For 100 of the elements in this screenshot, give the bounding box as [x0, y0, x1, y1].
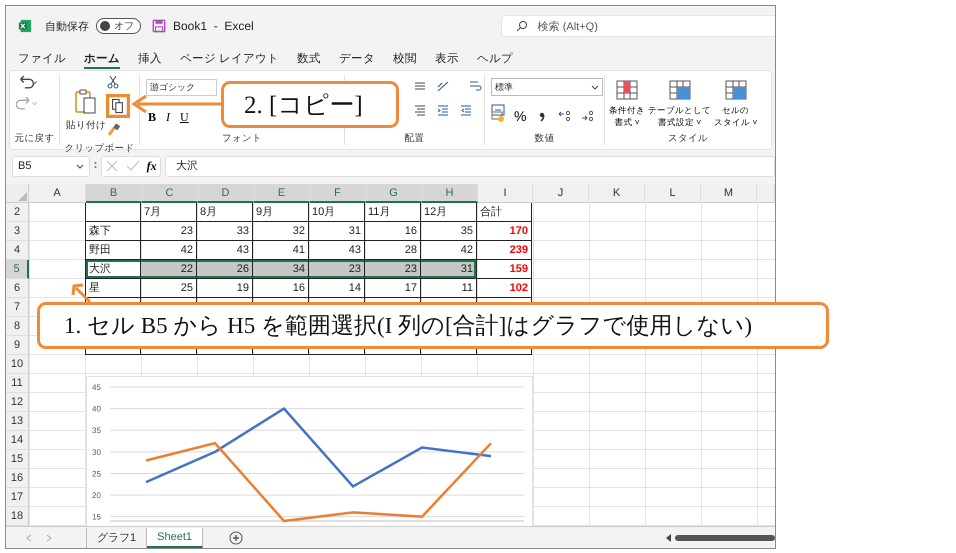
indent-icon[interactable] — [459, 103, 473, 117]
check-icon[interactable] — [126, 159, 140, 173]
row-header[interactable]: 8 — [6, 317, 29, 336]
paste-label[interactable]: 貼り付け — [66, 119, 106, 132]
group-label: スタイル — [667, 132, 709, 145]
scissors-icon[interactable] — [106, 75, 120, 89]
excel-logo-icon — [18, 19, 32, 33]
table-cell: 33 — [197, 222, 253, 241]
name-box[interactable]: B5 — [12, 156, 90, 176]
decimal-increase-icon[interactable] — [558, 109, 572, 123]
column-header[interactable]: I — [478, 184, 533, 203]
style-button[interactable]: 条件付き 書式 ˅ — [609, 77, 645, 130]
table-cell: 19 — [197, 279, 253, 298]
row-header[interactable]: 7 — [6, 298, 29, 317]
table-cell: 34 — [253, 260, 309, 279]
font-style-button[interactable]: I — [164, 110, 172, 125]
table-cell: 大沢 — [85, 260, 141, 279]
table-cell: 11 — [421, 279, 477, 298]
formula-field[interactable]: 大沢 — [165, 156, 775, 176]
row-header[interactable]: 12 — [6, 393, 29, 412]
style-button[interactable]: テーブルとして 書式設定 ˅ — [648, 77, 711, 130]
currency-icon[interactable] — [491, 109, 505, 123]
column-header[interactable]: H — [422, 184, 478, 203]
ribbon-tab[interactable]: 表示 — [427, 48, 468, 68]
ribbon-tab[interactable]: データ — [331, 48, 384, 68]
align-icon[interactable] — [413, 103, 427, 117]
indent-icon[interactable] — [436, 103, 450, 117]
row-header[interactable]: 9 — [6, 336, 29, 355]
row-header[interactable]: 15 — [6, 450, 29, 469]
merge-cells-icon[interactable] — [491, 103, 505, 117]
table-cell: 35 — [421, 222, 477, 241]
column-header[interactable]: K — [589, 184, 645, 203]
copy-icon[interactable] — [106, 94, 130, 118]
table-cell: 23 — [309, 260, 365, 279]
table-cell: 32 — [253, 222, 309, 241]
table-cell: 合計 — [477, 203, 532, 222]
table-cell: 森下 — [85, 222, 141, 241]
style-button[interactable]: セルの スタイル ˅ — [714, 77, 758, 130]
table-cell: 31 — [309, 222, 365, 241]
row-header[interactable]: 3 — [6, 222, 29, 241]
brush-icon[interactable] — [106, 123, 120, 137]
row-header[interactable]: 10 — [6, 355, 29, 374]
save-icon[interactable] — [152, 19, 166, 33]
column-header[interactable]: J — [533, 184, 589, 203]
row-header[interactable]: 4 — [6, 241, 29, 260]
insert-function-button[interactable]: fx — [146, 158, 157, 174]
table-cell: 野田 — [85, 241, 141, 260]
ribbon-tab[interactable]: 挿入 — [130, 48, 170, 68]
row-header[interactable]: 17 — [6, 488, 29, 507]
row-header[interactable]: 5 — [6, 260, 29, 279]
row-header[interactable]: 18 — [6, 507, 29, 526]
ribbon-tab[interactable]: ホーム — [76, 48, 128, 68]
column-header[interactable]: M — [701, 184, 757, 203]
number-format-field[interactable]: 標準 — [491, 78, 603, 96]
text-angle-icon[interactable] — [436, 79, 450, 93]
add-sheet-icon[interactable] — [229, 530, 243, 544]
row-header[interactable]: 11 — [6, 374, 29, 393]
font-name-field[interactable]: 游ゴシック — [146, 79, 217, 96]
autosave-toggle[interactable]: オフ — [96, 18, 141, 34]
column-header[interactable]: D — [198, 184, 254, 203]
ribbon-tab[interactable]: ヘルプ — [469, 48, 522, 68]
group-label: 配置 — [404, 132, 426, 145]
ribbon-tab[interactable]: 校閲 — [385, 48, 426, 68]
ribbon-tab[interactable]: ファイル — [10, 48, 74, 68]
callout: 1. セル B5 から H5 を範囲選択(I 列の[合計]はグラフで使用しない) — [37, 302, 829, 349]
column-header[interactable]: B — [86, 184, 142, 203]
row-header[interactable]: 2 — [6, 203, 29, 222]
row-header[interactable]: 14 — [6, 431, 29, 450]
font-style-button[interactable]: U — [178, 110, 191, 125]
table-cell: 25 — [141, 279, 197, 298]
chevron-icon — [591, 84, 599, 90]
percent-button[interactable]: % — [514, 108, 526, 124]
row-header[interactable]: 13 — [6, 412, 29, 431]
group-label: 元に戻す — [14, 132, 56, 145]
column-header[interactable]: A — [29, 184, 86, 203]
wrap-text-icon[interactable] — [468, 79, 482, 93]
column-header[interactable]: L — [645, 184, 701, 203]
decimal-decrease-icon[interactable] — [581, 109, 596, 123]
table-cell: 31 — [421, 260, 477, 279]
ribbon-tab[interactable]: 数式 — [289, 48, 330, 68]
ribbon-tab[interactable]: ページ レイアウト — [172, 48, 288, 68]
table-cell: 17 — [365, 279, 421, 298]
table-style-icon — [615, 79, 639, 101]
row-header[interactable]: 16 — [6, 469, 29, 488]
column-header[interactable]: C — [142, 184, 198, 203]
line-chart[interactable]: 15 20 25 30 35 40 45 — [86, 376, 533, 526]
search-field[interactable]: 検索 (Alt+Q) — [500, 15, 775, 37]
table-cell: 102 — [477, 279, 532, 298]
sheet-tab[interactable]: Sheet1 — [147, 528, 203, 548]
table-cell: 星 — [85, 279, 141, 298]
font-style-button[interactable]: B — [146, 110, 158, 125]
column-header[interactable]: E — [254, 184, 310, 203]
table-style-icon — [668, 79, 692, 101]
table-cell: 23 — [365, 260, 421, 279]
row-header[interactable]: 6 — [6, 279, 29, 298]
axis-tick-label: 15 — [92, 512, 101, 522]
chevron-icon — [76, 164, 84, 168]
column-header[interactable]: F — [310, 184, 366, 203]
scrollbar-icon[interactable] — [665, 532, 775, 542]
column-header[interactable]: G — [366, 184, 422, 203]
